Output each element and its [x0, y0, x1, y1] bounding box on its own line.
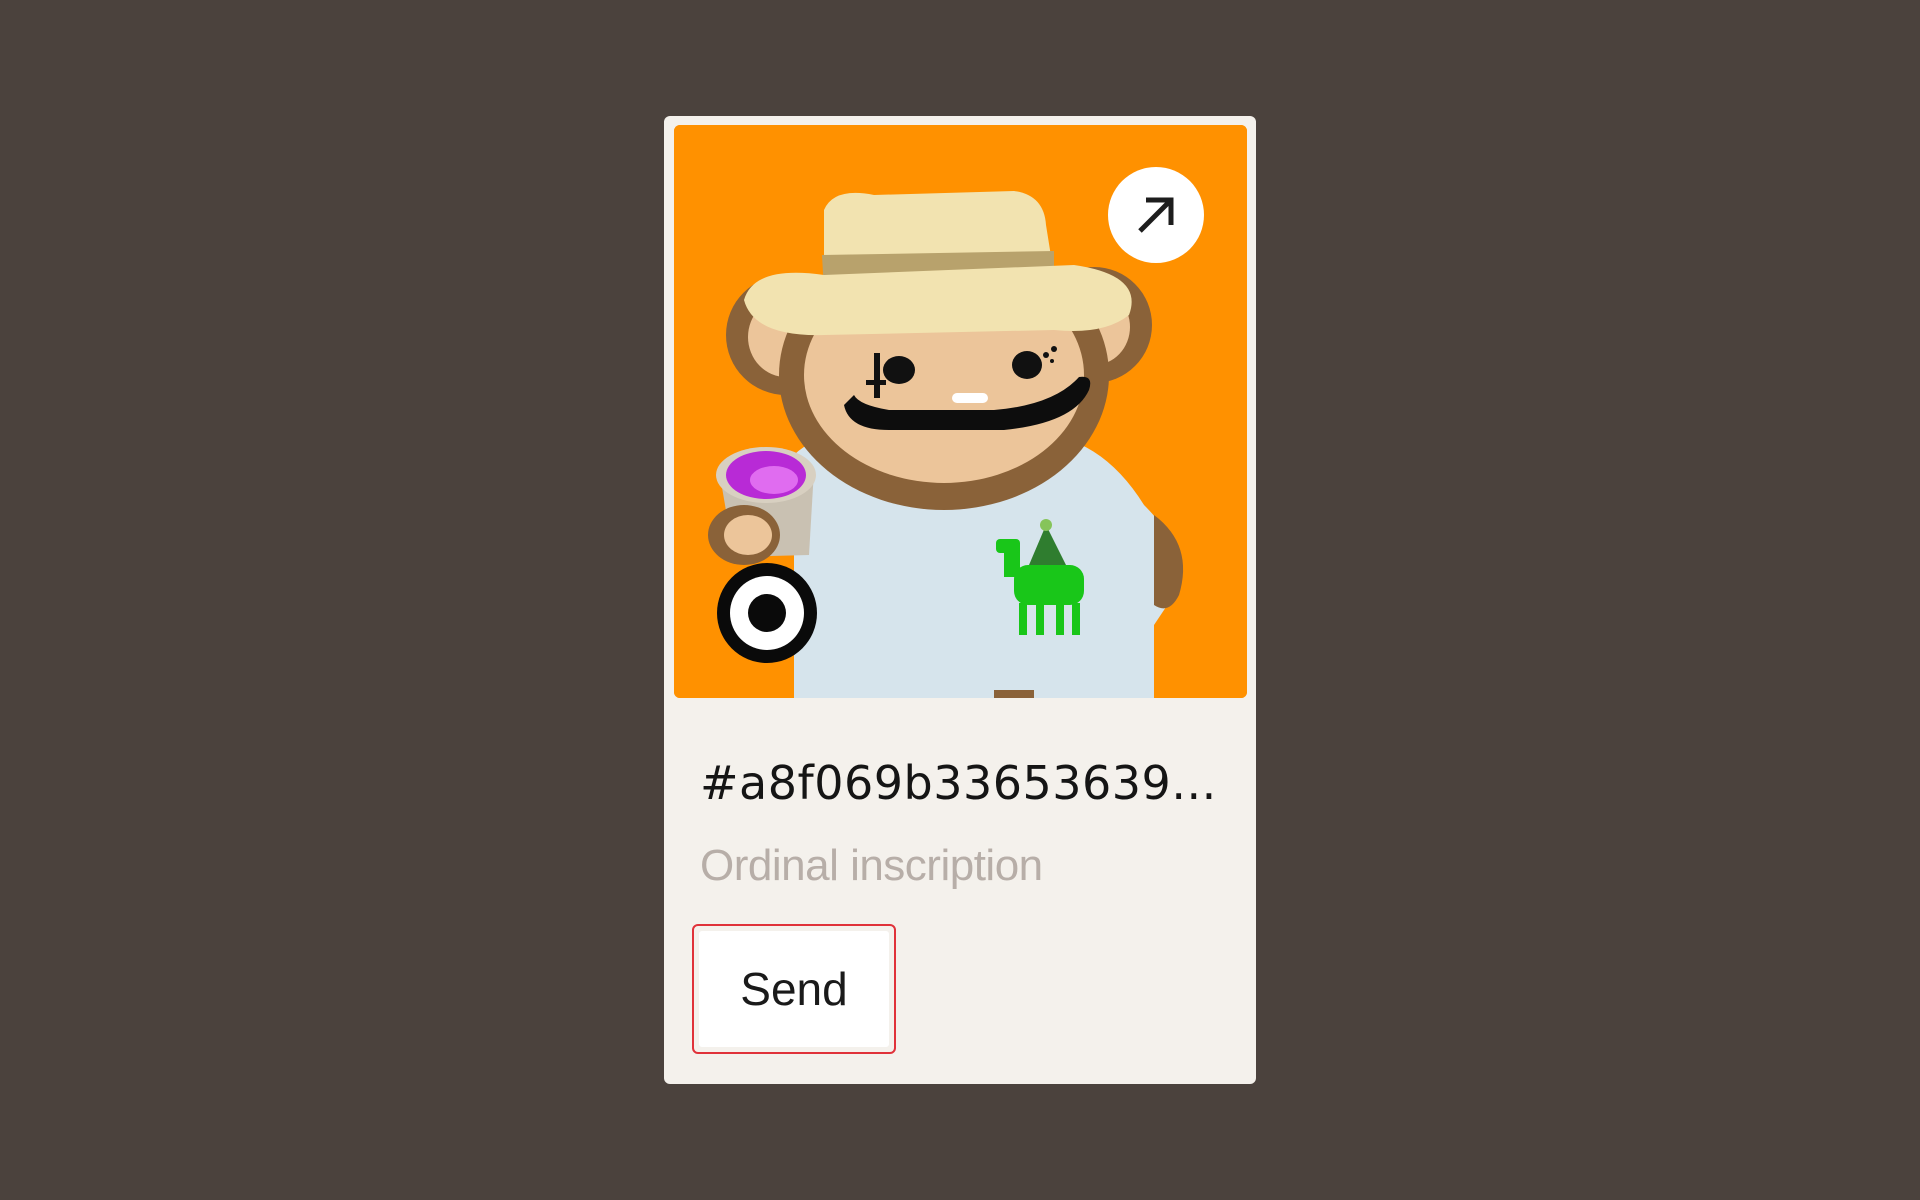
inscription-type-label: Ordinal inscription: [700, 841, 1043, 890]
inscription-image[interactable]: [674, 125, 1247, 698]
open-external-button[interactable]: [1108, 167, 1204, 263]
send-button-label: Send: [699, 931, 889, 1047]
arrow-up-right-icon: [1138, 197, 1174, 233]
ordinals-logo-icon: [717, 563, 817, 663]
send-button[interactable]: Send: [692, 924, 896, 1054]
inscription-card: #a8f069b33653639... Ordinal inscription …: [664, 116, 1256, 1084]
inscription-id: #a8f069b33653639...: [700, 756, 1217, 810]
